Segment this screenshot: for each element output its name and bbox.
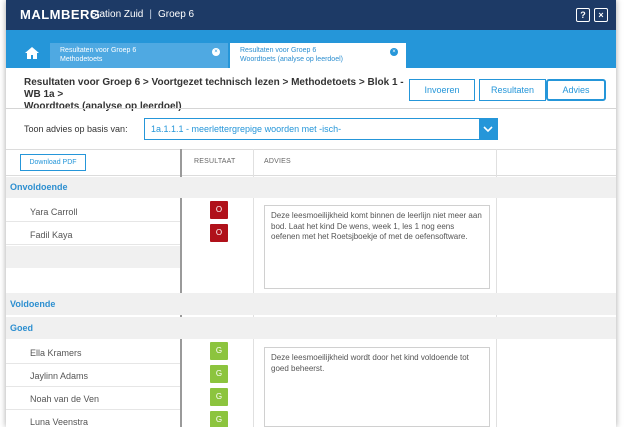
section-label-onvoldoende: Onvoldoende [10,182,68,192]
section-label-voldoende: Voldoende [10,299,56,309]
table-header [6,149,616,176]
student-name[interactable]: Ella Kramers [30,348,82,358]
result-badge[interactable]: G [210,388,228,406]
student-name[interactable]: Jaylinn Adams [30,371,88,381]
tab-title: Resultaten voor Groep 6 [60,47,137,54]
row-divider [6,363,180,364]
advice-box-goed: Deze leesmoeilijkheid wordt door het kin… [264,347,490,427]
invoeren-button[interactable]: Invoeren [409,79,475,101]
result-badge[interactable]: O [210,201,228,219]
student-name[interactable]: Yara Carroll [30,207,77,217]
tab-title: Resultaten voor Groep 6 [240,47,317,54]
tab-methodetoets[interactable]: Resultaten voor Groep 6 Methodetoets × [50,43,228,68]
divider [6,108,616,109]
help-button[interactable]: ? [576,8,590,22]
row-divider [6,386,180,387]
row-divider [6,221,180,222]
result-badge[interactable]: G [210,411,228,427]
section-row-voldoende [6,293,616,315]
advice-box-onvoldoende: Deze leesmoeilijkheid komt binnen de lee… [264,205,490,289]
tab-subtitle: Methodetoets [60,56,103,63]
row-divider [6,244,180,245]
school-group-label: Station Zuid | Groep 6 [90,9,194,20]
breadcrumb-line-2: Woordtoets (analyse op leerdoel) [24,101,182,112]
student-name[interactable]: Luna Veenstra [30,417,88,427]
chevron-down-icon[interactable] [479,119,497,139]
home-icon[interactable] [22,43,42,63]
row-divider [6,409,180,410]
breadcrumb-line-1: Resultaten voor Groep 6 > Voortgezet tec… [24,77,404,100]
close-tab-icon[interactable]: × [390,48,398,56]
top-bar: MALMBERG Station Zuid | Groep 6 ? × [6,0,616,30]
section-row-onvoldoende [6,177,616,198]
student-name[interactable]: Noah van de Ven [30,394,99,404]
result-badge[interactable]: G [210,342,228,360]
column-header-result: RESULTAAT [194,158,236,165]
resultaten-button[interactable]: Resultaten [479,79,546,101]
empty-row [6,246,180,268]
student-name[interactable]: Fadil Kaya [30,230,73,240]
select-value: 1a.1.1.1 - meerlettergrepige woorden met… [151,124,342,134]
malmberg-logo: MALMBERG [20,7,101,22]
close-window-button[interactable]: × [594,8,608,22]
advies-button[interactable]: Advies [546,79,606,101]
result-badge[interactable]: G [210,365,228,383]
close-tab-icon[interactable]: × [212,48,220,56]
section-label-goed: Goed [10,323,34,333]
result-badge[interactable]: O [210,224,228,242]
download-pdf-button[interactable]: Download PDF [20,154,86,171]
tab-subtitle: Woordtoets (analyse op leerdoel) [240,56,343,63]
separator: | [149,9,152,20]
column-header-advice: ADVIES [264,158,291,165]
app-window: MALMBERG Station Zuid | Groep 6 ? × Result… [6,0,616,427]
advice-basis-label: Toon advies op basis van: [24,124,128,134]
section-row-goed [6,317,616,339]
tab-woordtoets[interactable]: Resultaten voor Groep 6 Woordtoets (anal… [230,43,406,68]
learning-goal-select[interactable]: 1a.1.1.1 - meerlettergrepige woorden met… [144,118,498,140]
group-name[interactable]: Groep 6 [158,9,194,20]
school-name: Station Zuid [90,9,144,20]
